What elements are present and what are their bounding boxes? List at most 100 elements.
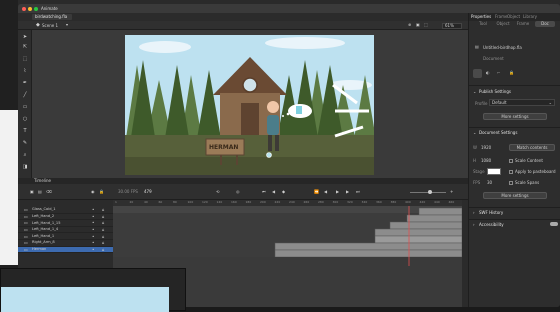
subtab-tool[interactable]: Tool [473,21,493,27]
doc-tool-1-icon[interactable] [473,69,482,78]
swf-history-title[interactable]: SWF History [479,211,503,215]
tab-frame[interactable]: Frame [495,15,507,19]
fps-value[interactable]: 30 [487,181,492,185]
layer-name[interactable]: Right_Arm_8 [32,241,55,245]
layer-row[interactable]: ▭ Right_Arm_8 • ⌂ [18,240,113,247]
document-tab[interactable]: birdwatching.fla [32,14,72,20]
selection-tool-icon[interactable]: ➤ [21,33,29,41]
publish-more-settings-button[interactable]: More settings [483,113,547,120]
document-settings-title[interactable]: Document Settings [479,131,517,135]
show-all-icon[interactable]: ◉ [91,190,95,194]
layer-name[interactable]: Herman [32,247,46,252]
publish-collapse-icon[interactable]: ⌄ [473,90,476,94]
folder-icon[interactable]: ▤ [38,190,42,194]
doc-tool-2-icon[interactable]: ◐ [486,71,490,75]
eraser-tool-icon[interactable]: ◨ [21,163,29,171]
stage-canvas[interactable]: HERMAN [125,35,374,175]
snap-icon[interactable]: ⊕ [408,23,411,27]
visibility-icon[interactable]: • [92,241,94,245]
publish-settings-title[interactable]: Publish Settings [479,90,511,94]
layer-row[interactable]: ▭ Left_Hand_1 • ⌂ [18,233,113,240]
last-frame-icon[interactable]: ⏭ [356,190,360,194]
visibility-icon[interactable]: • [92,234,94,239]
frame-zoom-handle[interactable] [428,190,432,194]
layer-name[interactable]: Left_Hand_2 [32,214,54,219]
first-frame-icon[interactable]: ⏮ [262,190,266,194]
eyedropper-tool-icon[interactable]: ⌕ [21,151,29,159]
visibility-icon[interactable]: • [92,221,94,225]
layer-row[interactable]: ▭ Glass_Cold_1 • ⌂ [18,207,113,214]
layer-row[interactable]: ▭ Herman • ⌂ [18,246,113,254]
keyframe-icon[interactable]: ◆ [282,190,285,194]
visibility-icon[interactable]: • [92,227,94,232]
lock-icon[interactable]: ⌂ [102,241,105,245]
accessibility-title[interactable]: Accessibility [479,223,504,227]
match-contents-button[interactable]: Match contents [509,144,555,151]
oval-tool-icon[interactable]: ○ [21,115,29,123]
fps-display[interactable]: 30.00 FPS [118,190,138,194]
rewind-icon[interactable]: ⏪ [314,190,319,194]
zoom-window-button[interactable] [34,6,38,11]
onion-skin-icon[interactable]: ◎ [236,190,240,194]
doc-tool-4-icon[interactable]: 🔒 [509,71,514,75]
accessibility-expand-icon[interactable]: › [473,223,475,227]
lock-icon[interactable]: ⌂ [102,234,105,239]
zoom-field[interactable]: 61% [442,22,462,29]
step-back-icon[interactable]: ◀ [272,190,275,194]
width-value[interactable]: 1920 [481,146,491,150]
trash-icon[interactable]: ⌫ [46,190,52,194]
rectangle-tool-icon[interactable]: ▭ [21,103,29,111]
zoom-in-icon[interactable]: + [450,190,453,194]
lock-icon[interactable]: ⌂ [102,214,105,219]
layer-row[interactable]: ▭ Left_Hand_1_4 • ⌂ [18,227,113,234]
layer-name[interactable]: Glass_Cold_1 [32,208,56,212]
brush-tool-icon[interactable]: ✎ [21,139,29,147]
layer-row[interactable]: ▭ Left_Hand_1_15 • ⌂ [18,220,113,227]
layer-name[interactable]: Left_Hand_1_4 [32,228,58,232]
tab-library[interactable]: Library [523,15,537,19]
swf-expand-icon[interactable]: › [473,211,475,215]
subtab-frame[interactable]: Frame [513,21,533,27]
next-frame-icon[interactable]: ▶ [346,190,349,194]
lock-icon[interactable]: ⌂ [102,247,105,252]
clip-icon[interactable]: ▣ [416,23,420,27]
height-value[interactable]: 1080 [481,159,491,163]
apply-pasteboard-checkbox[interactable] [509,170,513,174]
tab-object[interactable]: Object [507,15,520,19]
visibility-icon[interactable]: • [92,247,94,252]
subtab-doc[interactable]: Doc [535,21,555,27]
visibility-icon[interactable]: • [92,208,94,212]
lock-icon[interactable]: ⌂ [102,208,105,212]
new-layer-icon[interactable]: ▣ [30,190,34,194]
prev-frame-icon[interactable]: ◀ [324,190,327,194]
tab-properties[interactable]: Properties [471,15,491,19]
scale-content-checkbox[interactable] [509,159,513,163]
subselection-tool-icon[interactable]: ⇱ [21,43,29,51]
layer-name[interactable]: Left_Hand_1 [32,234,54,239]
minimize-window-button[interactable] [28,6,32,11]
scene-name[interactable]: Scene 1 [42,23,58,28]
chevron-down-icon[interactable]: ▾ [66,23,68,27]
play-icon[interactable]: ▶ [336,190,339,194]
lock-all-icon[interactable]: 🔒 [99,190,104,194]
lasso-tool-icon[interactable]: ⌇ [21,67,29,75]
loop-icon[interactable]: ⟲ [216,190,219,194]
lock-icon[interactable]: ⌂ [102,221,105,225]
pen-tool-icon[interactable]: ✒ [21,79,29,87]
scale-spans-checkbox[interactable] [509,181,513,185]
visibility-icon[interactable]: • [92,214,94,219]
stage-color-swatch[interactable] [487,168,501,175]
lock-icon[interactable]: ⌂ [102,227,105,232]
current-frame[interactable]: 479 [144,190,152,194]
close-window-button[interactable] [22,6,26,11]
fit-icon[interactable]: ⬚ [424,23,428,27]
layer-name[interactable]: Left_Hand_1_15 [32,221,60,226]
doc-tool-3-icon[interactable]: ⌐ [497,71,500,75]
docsettings-collapse-icon[interactable]: ⌄ [473,131,476,135]
subtab-object[interactable]: Object [493,21,513,27]
profile-select[interactable]: Default ⌄ [489,99,555,106]
free-transform-tool-icon[interactable]: ⬚ [21,55,29,63]
accessibility-toggle[interactable] [550,222,558,226]
line-tool-icon[interactable]: ╱ [21,91,29,99]
layer-row[interactable]: ▭ Left_Hand_2 • ⌂ [18,214,113,221]
